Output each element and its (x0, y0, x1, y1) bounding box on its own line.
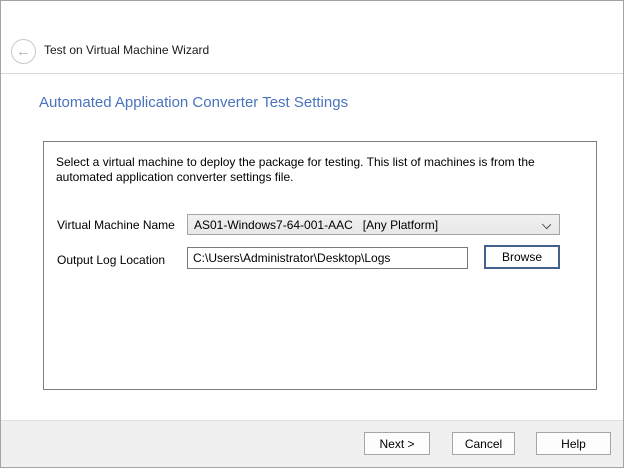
wizard-window: × ← Test on Virtual Machine Wizard Autom… (0, 0, 624, 468)
page-title: Automated Application Converter Test Set… (39, 94, 348, 111)
back-icon[interactable]: ← (11, 39, 36, 64)
wizard-title: Test on Virtual Machine Wizard (44, 43, 209, 57)
wizard-header: ← Test on Virtual Machine Wizard (1, 1, 623, 74)
virtual-machine-selected-value: AS01-Windows7-64-001-AAC [Any Platform] (188, 218, 438, 232)
output-log-location-input[interactable] (187, 247, 468, 269)
virtual-machine-dropdown[interactable]: AS01-Windows7-64-001-AAC [Any Platform] (187, 214, 560, 235)
next-button[interactable]: Next > (364, 432, 430, 455)
settings-groupbox: Select a virtual machine to deploy the p… (43, 141, 597, 390)
cancel-button[interactable]: Cancel (452, 432, 515, 455)
footer-bar: Next > Cancel Help (1, 420, 623, 467)
output-log-location-label: Output Log Location (57, 253, 165, 267)
help-button[interactable]: Help (536, 432, 611, 455)
virtual-machine-name-label: Virtual Machine Name (57, 218, 175, 232)
chevron-down-icon (542, 220, 551, 229)
browse-button[interactable]: Browse (484, 245, 560, 269)
description-text: Select a virtual machine to deploy the p… (56, 155, 568, 185)
